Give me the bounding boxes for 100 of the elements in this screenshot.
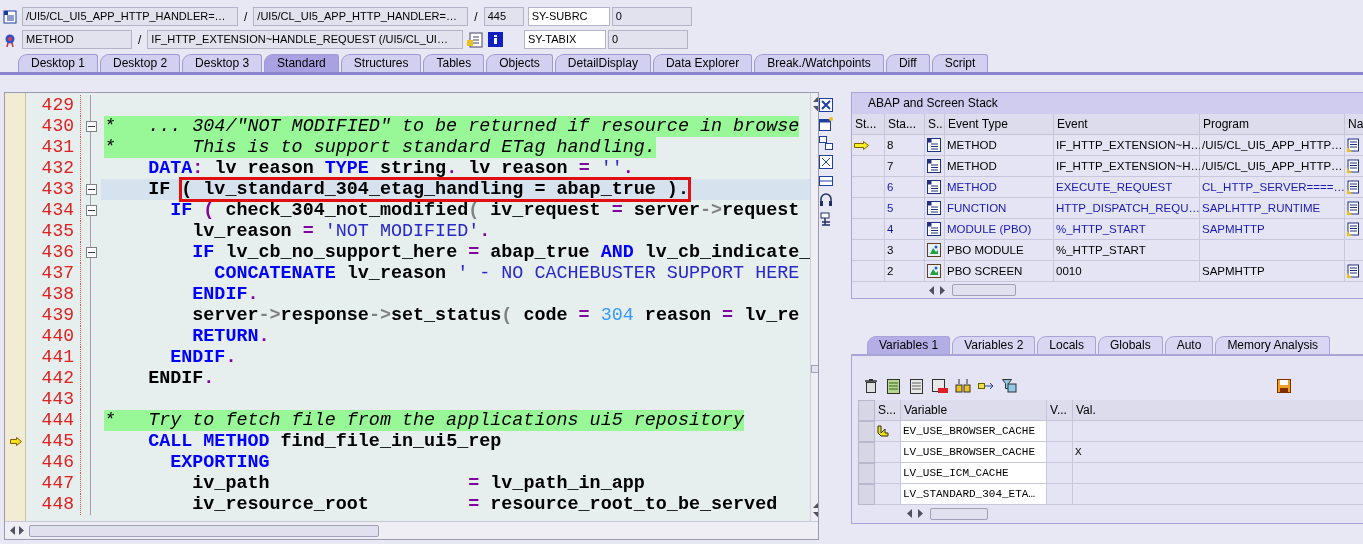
maximize-icon[interactable] (819, 155, 833, 169)
collapse-icon[interactable] (85, 184, 97, 195)
desktop-tab[interactable]: DetailDisplay (554, 54, 651, 72)
desktop-tab[interactable]: Desktop 3 (182, 54, 263, 72)
line-number: 434 (26, 200, 81, 221)
table-cell: EV_USE_BROWSER_CACHE (901, 421, 1047, 442)
scroll-thumb[interactable] (29, 524, 379, 537)
scroll-left-icon[interactable] (928, 285, 934, 295)
column-header[interactable]: Event (1054, 114, 1200, 135)
filter-icon[interactable] (1000, 377, 1018, 395)
sort-icon[interactable] (954, 377, 972, 395)
table-cell: METHOD (945, 177, 1054, 198)
variables-tab[interactable]: Globals (1098, 336, 1163, 354)
system-field-name[interactable]: SY-TABIX (524, 30, 606, 49)
code-line: iv_path = lv_path_in_app (191, 473, 646, 494)
desktop-tab[interactable]: Standard (264, 54, 339, 72)
column-header[interactable]: V... (1047, 400, 1073, 421)
navigate-icon[interactable] (1347, 138, 1359, 152)
variables-tab[interactable]: Auto (1164, 336, 1214, 354)
horizontal-scrollbar[interactable] (852, 282, 1363, 298)
table-cell: LV_USE_ICM_CACHE (901, 463, 1047, 484)
navigate-icon[interactable] (1347, 159, 1359, 173)
line-number: 447 (26, 473, 81, 494)
scroll-thumb[interactable] (952, 284, 1016, 296)
table-cell: PBO MODULE (945, 240, 1054, 261)
variables-tab[interactable]: Variables 1 (867, 336, 951, 354)
desktop-tab[interactable]: Objects (486, 54, 553, 72)
column-header[interactable]: St... (852, 114, 885, 135)
collapse-icon[interactable] (85, 205, 97, 216)
remove-row-icon[interactable] (931, 377, 949, 395)
desktop-tab[interactable]: Desktop 1 (18, 54, 99, 72)
line-number: 446 (26, 452, 81, 473)
horizontal-scrollbar[interactable] (5, 521, 818, 539)
new-window-icon[interactable] (819, 117, 833, 131)
desktop-tab[interactable]: Desktop 2 (100, 54, 181, 72)
delete-icon[interactable] (862, 377, 880, 395)
table-cell: HTTP_DISPATCH_REQU… (1054, 198, 1200, 219)
column-header[interactable]: S.. (925, 114, 945, 135)
desktop-tab[interactable]: Diff (885, 54, 930, 72)
code-line: ENDIF. (191, 284, 260, 305)
navigate-icon[interactable] (1347, 222, 1359, 236)
headset-icon[interactable] (819, 193, 833, 207)
desktop-tab[interactable]: Data Explorer (652, 54, 753, 72)
tools-icon[interactable] (819, 212, 833, 226)
table-cell: FUNCTION (945, 198, 1054, 219)
line-number: 440 (26, 326, 81, 347)
code-line: IF ( check_304_not_modified( iv_request = server->request (169, 200, 801, 221)
system-field-name[interactable]: SY-SUBRC (527, 7, 610, 26)
table-cell: EXECUTE_REQUEST (1054, 177, 1200, 198)
table-cell: 6 (885, 177, 925, 198)
variables-tab[interactable]: Variables 2 (952, 336, 1036, 354)
scroll-right-icon[interactable] (918, 509, 924, 518)
table-cell: 3 (885, 240, 925, 261)
line-number: 445 (26, 431, 81, 452)
info-field: /UI5/CL_UI5_APP_HTTP_HANDLER=… (22, 7, 238, 26)
swap-windows-icon[interactable] (819, 136, 833, 150)
table-cell: %_HTTP_START (1054, 219, 1200, 240)
close-icon[interactable] (819, 98, 833, 112)
line-number: 430 (26, 116, 81, 137)
collapse-icon[interactable] (85, 121, 97, 132)
scroll-right-icon[interactable] (19, 526, 25, 535)
desktop-tab[interactable]: Script (931, 54, 989, 72)
info-field: METHOD (22, 30, 132, 49)
desktop-tab[interactable]: Structures (340, 54, 422, 72)
navigate-icon[interactable] (1347, 180, 1359, 194)
collapse-icon[interactable] (85, 247, 97, 258)
table-cell: 7 (885, 156, 925, 177)
column-header[interactable]: Variable (901, 400, 1047, 421)
variables-tab[interactable]: Memory Analysis (1215, 336, 1331, 354)
scroll-thumb[interactable] (930, 507, 988, 520)
info-icon[interactable] (487, 32, 503, 47)
desktop-tab[interactable]: Tables (423, 54, 485, 72)
save-icon[interactable] (1275, 377, 1293, 395)
document-icon[interactable] (908, 377, 926, 395)
desktop-tab[interactable]: Break./Watchpoints (754, 54, 884, 72)
navigate-icon[interactable] (1347, 201, 1359, 215)
table-cell: SAPMHTTP (1200, 219, 1345, 240)
column-header[interactable]: Sta... (885, 114, 925, 135)
table-cell: /UI5/CL_UI5_APP_HTTP… (1200, 156, 1345, 177)
code-line: CALL METHOD find_file_in_ui5_rep (147, 431, 503, 452)
variables-tab[interactable]: Locals (1037, 336, 1096, 354)
scroll-right-icon[interactable] (940, 285, 946, 295)
table-cell: MODULE (PBO) (945, 219, 1054, 240)
system-field-value: 0 (608, 30, 688, 49)
split-icon[interactable] (819, 174, 833, 188)
navigate-icon[interactable] (1347, 264, 1359, 278)
line-number: 436 (26, 242, 81, 263)
line-number: 439 (26, 305, 81, 326)
column-header[interactable]: Val. (1073, 400, 1363, 421)
table-cell: SAPMHTTP (1200, 261, 1345, 282)
code-line: RETURN. (191, 326, 271, 347)
scroll-left-icon[interactable] (9, 526, 15, 535)
scroll-left-icon[interactable] (906, 509, 912, 518)
separator-text: / (137, 32, 143, 47)
table-icon[interactable] (885, 377, 903, 395)
column-header[interactable]: Na (1345, 114, 1363, 135)
column-header[interactable]: S... (875, 400, 901, 421)
column-header[interactable]: Program (1200, 114, 1345, 135)
table-cell: PBO SCREEN (945, 261, 1054, 282)
column-header[interactable]: Event Type (945, 114, 1054, 135)
